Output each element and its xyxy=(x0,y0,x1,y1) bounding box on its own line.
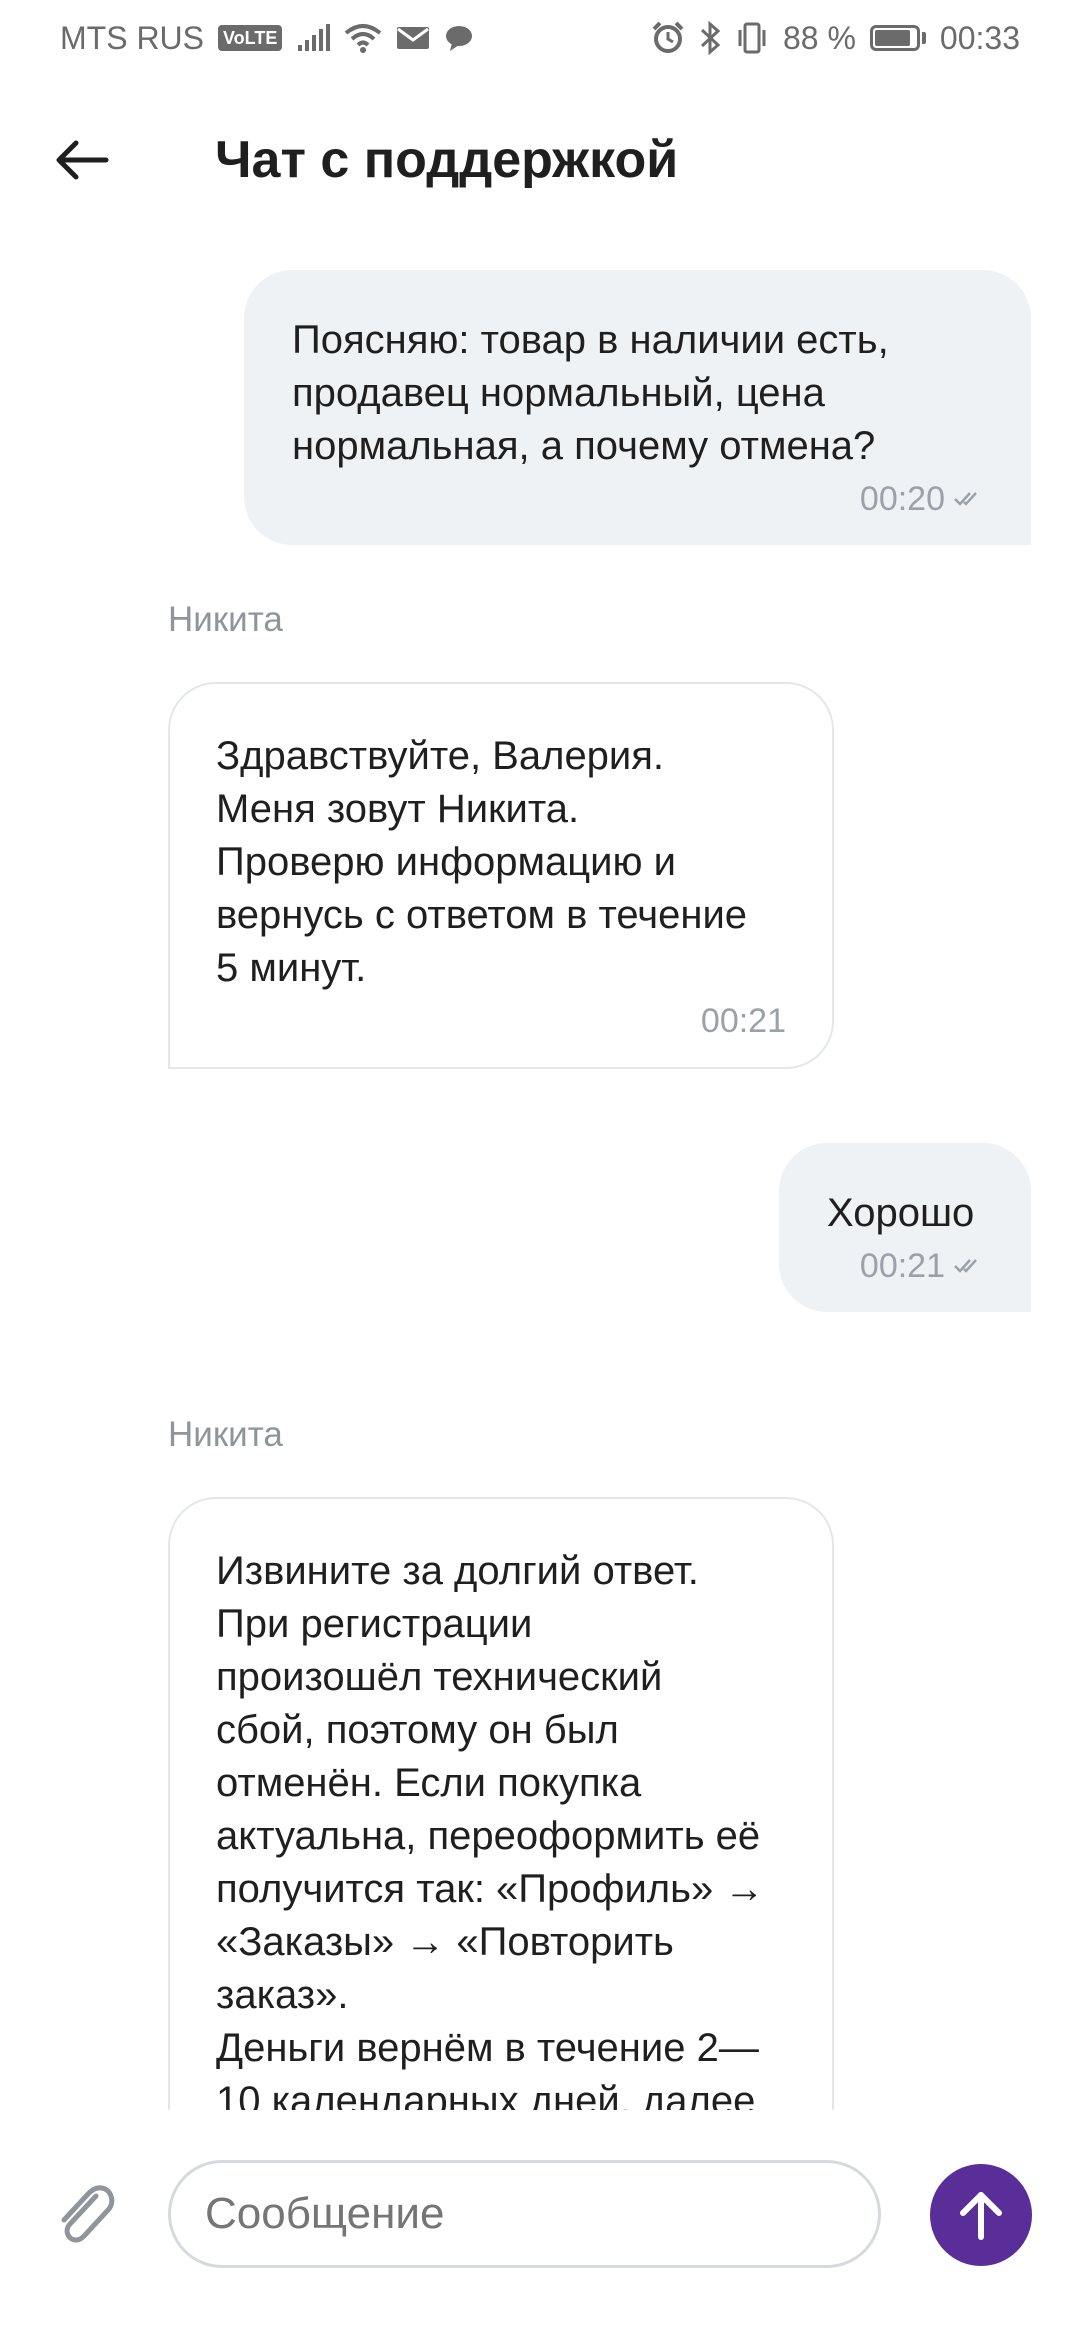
message-meta: 00:21 xyxy=(827,1246,983,1286)
message-time: 00:21 xyxy=(859,1247,945,1285)
message-input[interactable] xyxy=(168,2160,881,2268)
message-time: 00:20 xyxy=(859,480,945,518)
vibrate-icon xyxy=(735,22,769,54)
message-text: Хорошо xyxy=(827,1191,975,1235)
battery-percent: 88 % xyxy=(782,19,856,56)
sender-name: Никита xyxy=(168,1415,283,1454)
message-meta: 00:21 xyxy=(216,1001,786,1041)
alarm-icon xyxy=(651,21,685,55)
bluetooth-icon xyxy=(699,21,721,55)
attach-button[interactable] xyxy=(52,2178,116,2250)
double-check-icon xyxy=(954,492,977,506)
status-bar-right: 88 % 00:33 xyxy=(651,20,1020,57)
outgoing-message[interactable]: Хорошо 00:21 xyxy=(779,1143,1031,1312)
signal-icon xyxy=(296,23,331,53)
chat-bubble-icon xyxy=(444,24,474,52)
incoming-message[interactable]: Здравствуйте, Валерия. Меня зовут Никита… xyxy=(168,682,834,1069)
double-check-icon xyxy=(954,1259,977,1273)
back-button[interactable] xyxy=(50,132,114,188)
volte-badge: VoLTE xyxy=(218,25,283,51)
message-time: 00:21 xyxy=(700,1002,786,1040)
outgoing-message[interactable]: Поясняю: товар в наличии есть, продавец … xyxy=(244,270,1031,545)
status-bar-left: MTS RUS VoLTE xyxy=(60,20,474,57)
mail-icon xyxy=(396,25,430,51)
arrow-left-icon xyxy=(56,140,109,180)
chat-history[interactable]: Поясняю: товар в наличии есть, продавец … xyxy=(0,250,1080,2110)
app-header: Чат с поддержкой xyxy=(0,110,1080,210)
carrier-label: MTS RUS xyxy=(60,19,204,56)
battery-icon xyxy=(869,25,926,51)
status-bar: MTS RUS VoLTE 88 % 00:33 xyxy=(0,0,1080,76)
send-button[interactable] xyxy=(930,2164,1032,2266)
clock: 00:33 xyxy=(939,19,1020,56)
incoming-message[interactable]: Извините за долгий ответ. При регистраци… xyxy=(168,1497,834,2110)
message-text: Здравствуйте, Валерия. Меня зовут Никита… xyxy=(216,734,748,990)
message-meta: 00:20 xyxy=(292,479,983,519)
message-text: Поясняю: товар в наличии есть, продавец … xyxy=(292,318,889,468)
sender-name: Никита xyxy=(168,600,283,639)
arrow-up-icon xyxy=(960,2192,1002,2240)
message-text: Извините за долгий ответ. При регистраци… xyxy=(216,1549,765,2110)
page-title: Чат с поддержкой xyxy=(215,131,679,189)
wifi-icon xyxy=(344,23,382,53)
paperclip-icon xyxy=(61,2185,115,2243)
message-composer xyxy=(0,2110,1080,2340)
